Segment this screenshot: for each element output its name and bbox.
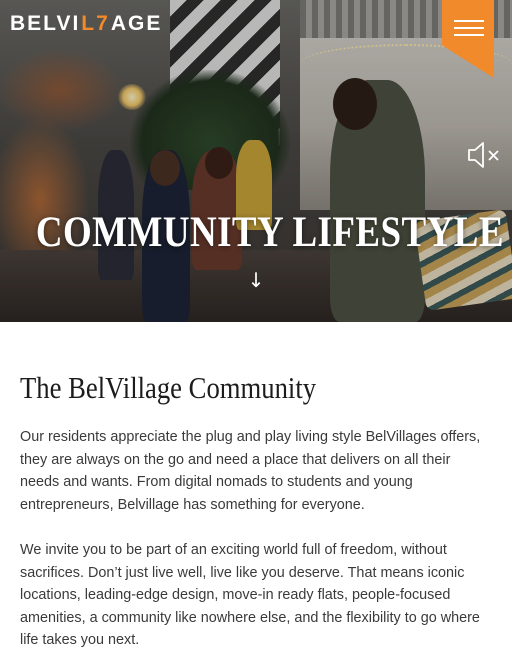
logo-text-end: AGE xyxy=(110,12,163,35)
section-heading: The BelVillage Community xyxy=(20,370,317,405)
logo-text-start: BELVI xyxy=(10,12,81,35)
community-section: The BelVillage Community Our residents a… xyxy=(20,368,492,652)
hero-banner: BELVI L7 AGE COMMUNITY LIFESTYLE ↓ xyxy=(0,0,512,322)
brand-logo[interactable]: BELVI L7 AGE xyxy=(10,11,162,37)
speaker-muted-icon[interactable] xyxy=(466,140,502,170)
hamburger-menu-icon[interactable] xyxy=(454,20,484,38)
invite-paragraph: We invite you to be part of an exciting … xyxy=(20,542,480,648)
logo-mark: L7 xyxy=(81,12,110,35)
intro-paragraph: Our residents appreciate the plug and pl… xyxy=(20,429,481,513)
hero-title: COMMUNITY LIFESTYLE xyxy=(35,209,504,256)
scroll-down-arrow-icon[interactable]: ↓ xyxy=(242,266,270,294)
